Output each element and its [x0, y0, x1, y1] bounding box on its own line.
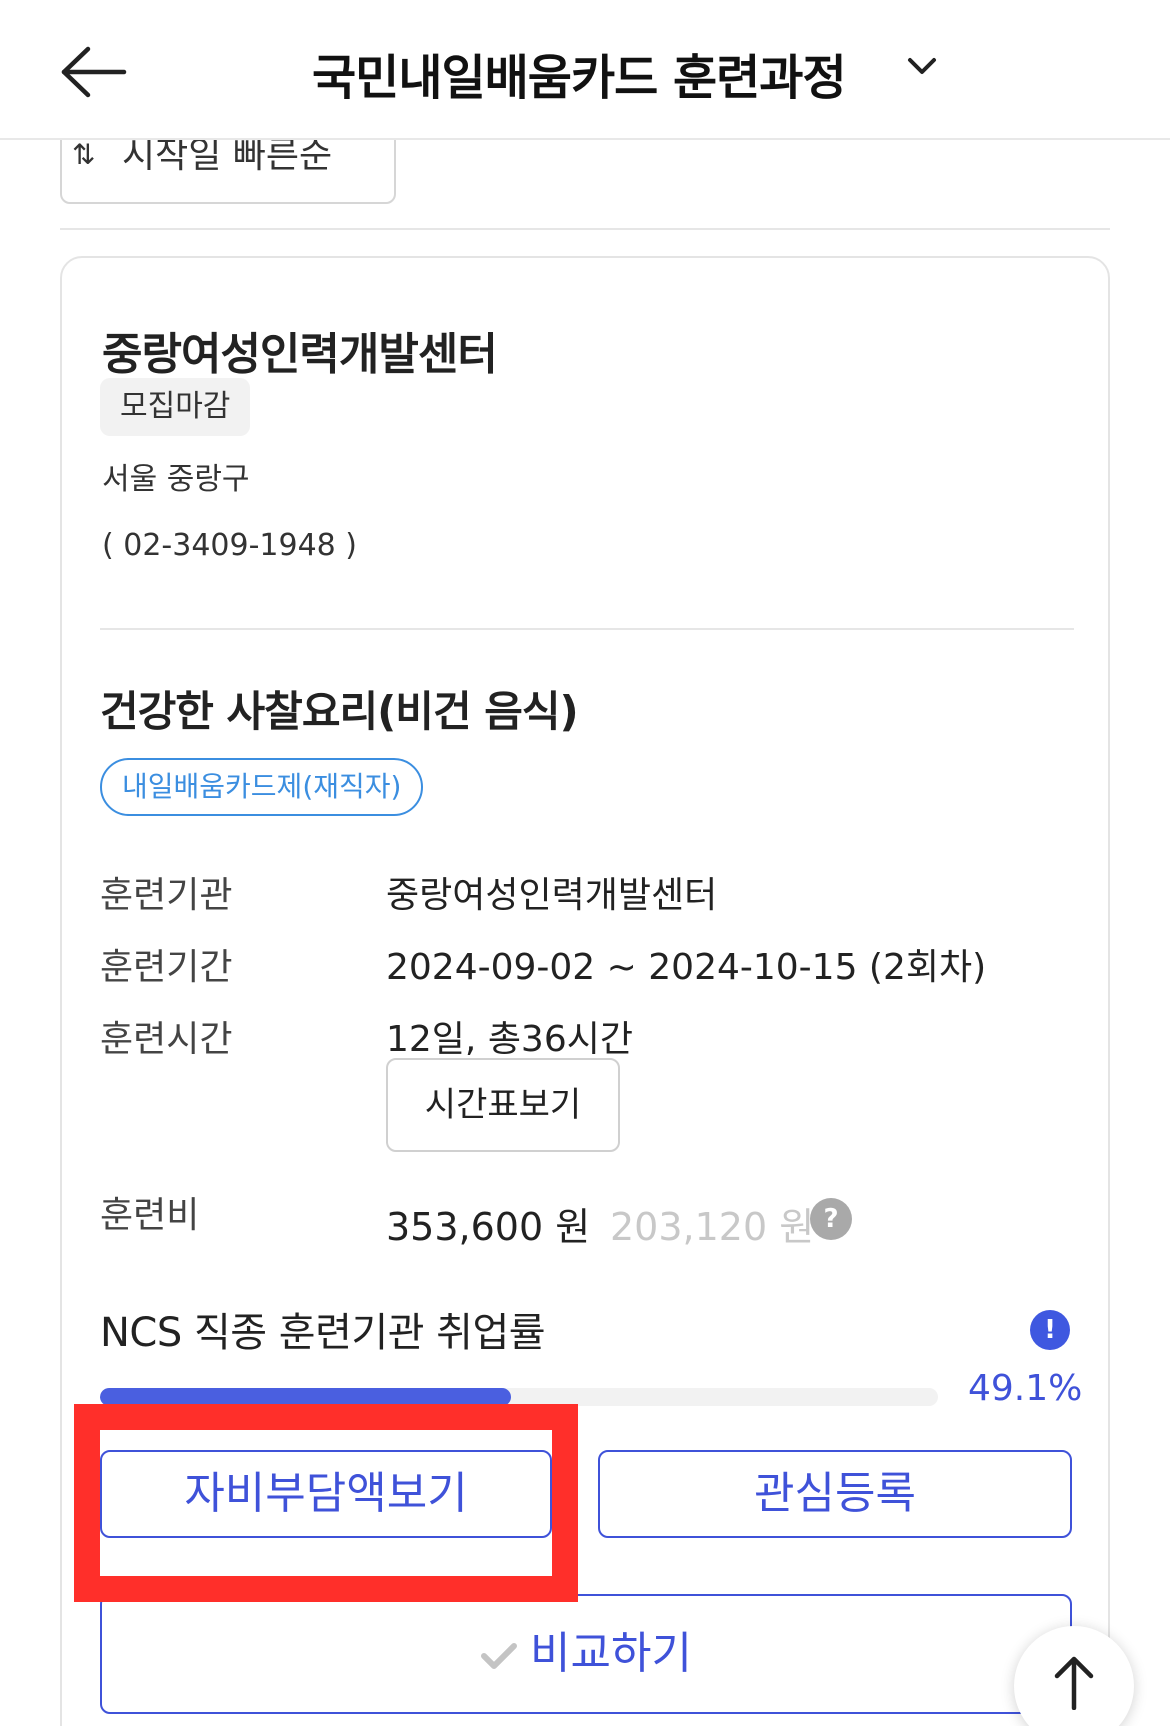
check-icon [481, 1643, 518, 1669]
compare-label: 비교하기 [530, 1628, 692, 1679]
hours-value: 12일, 총36시간 [386, 1019, 633, 1060]
employment-rate-bar [100, 1388, 938, 1406]
organization-location: 서울 중랑구 [102, 462, 250, 497]
employment-rate-value: 49.1% [968, 1368, 1083, 1409]
fee-price: 353,600 원 [386, 1205, 591, 1249]
period-label: 훈련기간 [100, 947, 233, 988]
fee-discount-price: 203,120 원 [610, 1205, 815, 1249]
page: 국민내일배움카드 훈련과정 ⇅ 시작일 빠른순 중랑여성인력개발센터 모집마감 … [0, 0, 1170, 1726]
page-title: 국민내일배움카드 훈련과정 [312, 50, 847, 106]
institution-label: 훈련기관 [100, 875, 233, 916]
self-pay-button[interactable]: 자비부담액보기 [100, 1450, 552, 1538]
sort-icon: ⇅ [72, 138, 96, 171]
divider [100, 628, 1074, 630]
course-title[interactable]: 건강한 사찰요리(비건 음식) [100, 678, 579, 739]
app-header: 국민내일배움카드 훈련과정 [0, 0, 1170, 140]
organization-name: 중랑여성인력개발센터 [102, 329, 498, 380]
back-button[interactable] [60, 46, 128, 98]
fee-label: 훈련비 [100, 1195, 200, 1236]
course-type-tag: 내일배움카드제(재직자) [100, 758, 424, 816]
compare-button[interactable]: 비교하기 [100, 1594, 1072, 1714]
period-value: 2024-09-02 ~ 2024-10-15 (2회차) [386, 947, 987, 988]
ncs-employment-title: NCS 직종 훈련기관 취업률 [100, 1310, 546, 1356]
chevron-down-icon [908, 58, 936, 74]
employment-rate-fill [100, 1388, 512, 1406]
arrow-up-icon [1054, 1656, 1094, 1710]
hours-label: 훈련시간 [100, 1019, 233, 1060]
arrow-left-icon [61, 46, 127, 98]
institution-value: 중랑여성인력개발센터 [386, 875, 718, 916]
exclamation-circle-icon[interactable]: ! [1030, 1310, 1070, 1350]
organization-phone[interactable]: ( 02-3409-1948 ) [102, 528, 357, 563]
course-card: 중랑여성인력개발센터 모집마감 서울 중랑구 ( 02-3409-1948 ) … [60, 256, 1110, 1726]
divider [60, 228, 1110, 230]
question-circle-icon[interactable]: ? [810, 1198, 852, 1240]
title-dropdown-button[interactable] [906, 54, 938, 78]
timetable-button[interactable]: 시간표보기 [386, 1058, 620, 1152]
add-interest-button[interactable]: 관심등록 [598, 1450, 1072, 1538]
status-badge: 모집마감 [100, 378, 251, 436]
